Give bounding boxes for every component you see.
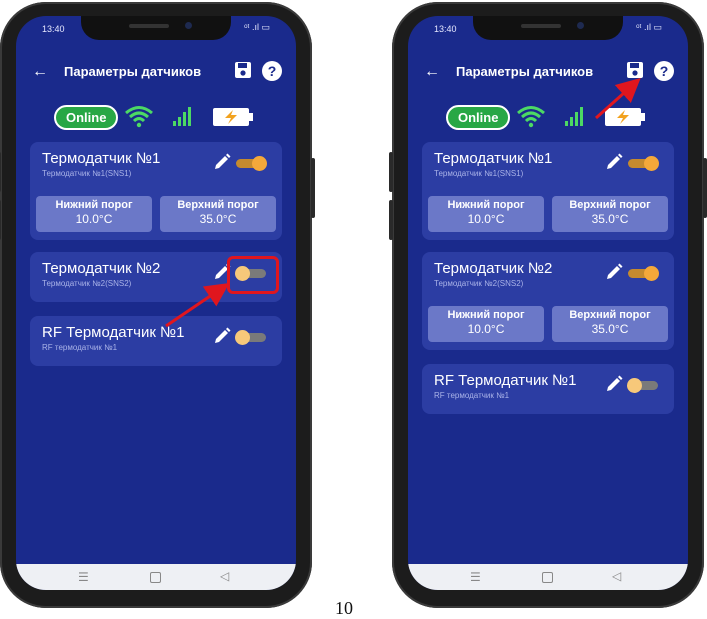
- edit-pencil-icon[interactable]: [212, 152, 232, 172]
- volume-button: [389, 152, 393, 192]
- high-threshold-label: Верхний порог: [569, 199, 651, 211]
- low-threshold-value: 10.0°C: [75, 212, 113, 226]
- sensor-enable-toggle[interactable]: [627, 378, 658, 393]
- low-threshold-button[interactable]: Нижний порог 10.0°C: [36, 196, 152, 232]
- sensor-card-1: Термодатчик №1 Термодатчик №1(SNS1) Нижн…: [422, 142, 674, 240]
- online-badge: Online: [446, 105, 511, 130]
- sensor-enable-toggle[interactable]: [235, 330, 266, 345]
- threshold-row: Нижний порог 10.0°C Верхний порог 35.0°C: [428, 306, 668, 344]
- edit-pencil-icon[interactable]: [604, 262, 624, 282]
- battery-charging-icon: [605, 108, 645, 126]
- sensor-subtitle: Термодатчик №1(SNS1): [434, 169, 524, 178]
- status-time: 13:40: [42, 24, 65, 34]
- sensor-title: Термодатчик №2: [42, 260, 161, 277]
- online-badge: Online: [54, 105, 119, 130]
- low-threshold-button[interactable]: Нижний порог 10.0°C: [428, 196, 544, 232]
- system-nav-bar: ☰ ◁: [16, 564, 296, 590]
- sensor-enable-toggle[interactable]: [628, 156, 659, 171]
- high-threshold-value: 35.0°C: [591, 322, 629, 336]
- sensor-subtitle: RF термодатчик №1: [42, 343, 118, 352]
- sensor-subtitle: Термодатчик №2(SNS2): [42, 279, 132, 288]
- home-icon[interactable]: [542, 572, 553, 583]
- sensor-subtitle: RF термодатчик №1: [434, 391, 510, 400]
- system-back-icon[interactable]: ◁: [612, 569, 621, 583]
- sensor-title: RF Термодатчик №1: [434, 372, 577, 389]
- sensor-enable-toggle[interactable]: [628, 266, 659, 281]
- low-threshold-value: 10.0°C: [467, 322, 505, 336]
- sensor-card-1: Термодатчик №1 Термодатчик №1(SNS1) Нижн…: [30, 142, 282, 240]
- sensor-card-2: Термодатчик №2 Термодатчик №2(SNS2) Нижн…: [422, 252, 674, 350]
- low-threshold-label: Нижний порог: [55, 199, 133, 211]
- app-bar: ← Параметры датчиков ?: [408, 54, 688, 90]
- notch: [473, 16, 623, 40]
- phone-screen: 13:40 ᵒᵗ .ıl ▭ ← Параметры датчиков ? On…: [16, 16, 296, 590]
- cellular-signal-icon: [565, 107, 583, 126]
- back-arrow-icon[interactable]: ←: [32, 62, 52, 82]
- cellular-signal-icon: [173, 107, 191, 126]
- phone-screen: 13:40 ᵒᵗ .ıl ▭ ← Параметры датчиков ? On…: [408, 16, 688, 590]
- recent-apps-icon[interactable]: ☰: [470, 570, 481, 584]
- power-button: [311, 158, 315, 218]
- low-threshold-label: Нижний порог: [447, 309, 525, 321]
- sensor-title: RF Термодатчик №1: [42, 324, 185, 341]
- high-threshold-value: 35.0°C: [199, 212, 237, 226]
- power-button: [703, 158, 707, 218]
- system-nav-bar: ☰ ◁: [408, 564, 688, 590]
- notch: [81, 16, 231, 40]
- low-threshold-value: 10.0°C: [467, 212, 505, 226]
- phone-left: 13:40 ᵒᵗ .ıl ▭ ← Параметры датчиков ? On…: [0, 2, 315, 608]
- help-icon[interactable]: ?: [262, 61, 282, 81]
- app-bar: ← Параметры датчиков ?: [16, 54, 296, 90]
- high-threshold-label: Верхний порог: [177, 199, 259, 211]
- status-time: 13:40: [434, 24, 457, 34]
- connection-status-row: Online: [16, 102, 296, 132]
- home-icon[interactable]: [150, 572, 161, 583]
- wifi-icon: [125, 106, 153, 128]
- edit-pencil-icon[interactable]: [604, 152, 624, 172]
- high-threshold-value: 35.0°C: [591, 212, 629, 226]
- help-icon[interactable]: ?: [654, 61, 674, 81]
- low-threshold-button[interactable]: Нижний порог 10.0°C: [428, 306, 544, 342]
- sensor-title: Термодатчик №1: [434, 150, 553, 167]
- threshold-row: Нижний порог 10.0°C Верхний порог 35.0°C: [428, 196, 668, 234]
- status-icons: ᵒᵗ .ıl ▭: [636, 22, 662, 32]
- back-arrow-icon[interactable]: ←: [424, 62, 444, 82]
- phone-right: 13:40 ᵒᵗ .ıl ▭ ← Параметры датчиков ? On…: [389, 2, 707, 608]
- sensor-card-rf: RF Термодатчик №1 RF термодатчик №1: [422, 364, 674, 414]
- high-threshold-label: Верхний порог: [569, 309, 651, 321]
- sensor-title: Термодатчик №1: [42, 150, 161, 167]
- battery-charging-icon: [213, 108, 253, 126]
- edit-pencil-icon[interactable]: [212, 326, 232, 346]
- sensor-subtitle: Термодатчик №1(SNS1): [42, 169, 132, 178]
- sensor-card-rf: RF Термодатчик №1 RF термодатчик №1: [30, 316, 282, 366]
- recent-apps-icon[interactable]: ☰: [78, 570, 89, 584]
- status-icons: ᵒᵗ .ıl ▭: [244, 22, 270, 32]
- high-threshold-button[interactable]: Верхний порог 35.0°C: [552, 306, 668, 342]
- threshold-row: Нижний порог 10.0°C Верхний порог 35.0°C: [36, 196, 276, 234]
- page-title: Параметры датчиков: [456, 64, 594, 79]
- high-threshold-button[interactable]: Верхний порог 35.0°C: [552, 196, 668, 232]
- annotation-highlight-box: [227, 256, 279, 294]
- sensor-title: Термодатчик №2: [434, 260, 553, 277]
- system-back-icon[interactable]: ◁: [220, 569, 229, 583]
- volume-button: [0, 152, 1, 192]
- high-threshold-button[interactable]: Верхний порог 35.0°C: [160, 196, 276, 232]
- wifi-icon: [517, 106, 545, 128]
- low-threshold-label: Нижний порог: [447, 199, 525, 211]
- save-icon[interactable]: [626, 61, 644, 79]
- page-title: Параметры датчиков: [64, 64, 202, 79]
- page-number: 10: [335, 598, 353, 618]
- edit-pencil-icon[interactable]: [604, 374, 624, 394]
- sensor-subtitle: Термодатчик №2(SNS2): [434, 279, 524, 288]
- save-icon[interactable]: [234, 61, 252, 79]
- volume-button: [389, 200, 393, 240]
- sensor-enable-toggle[interactable]: [236, 156, 267, 171]
- connection-status-row: Online: [408, 102, 688, 132]
- volume-button: [0, 200, 1, 240]
